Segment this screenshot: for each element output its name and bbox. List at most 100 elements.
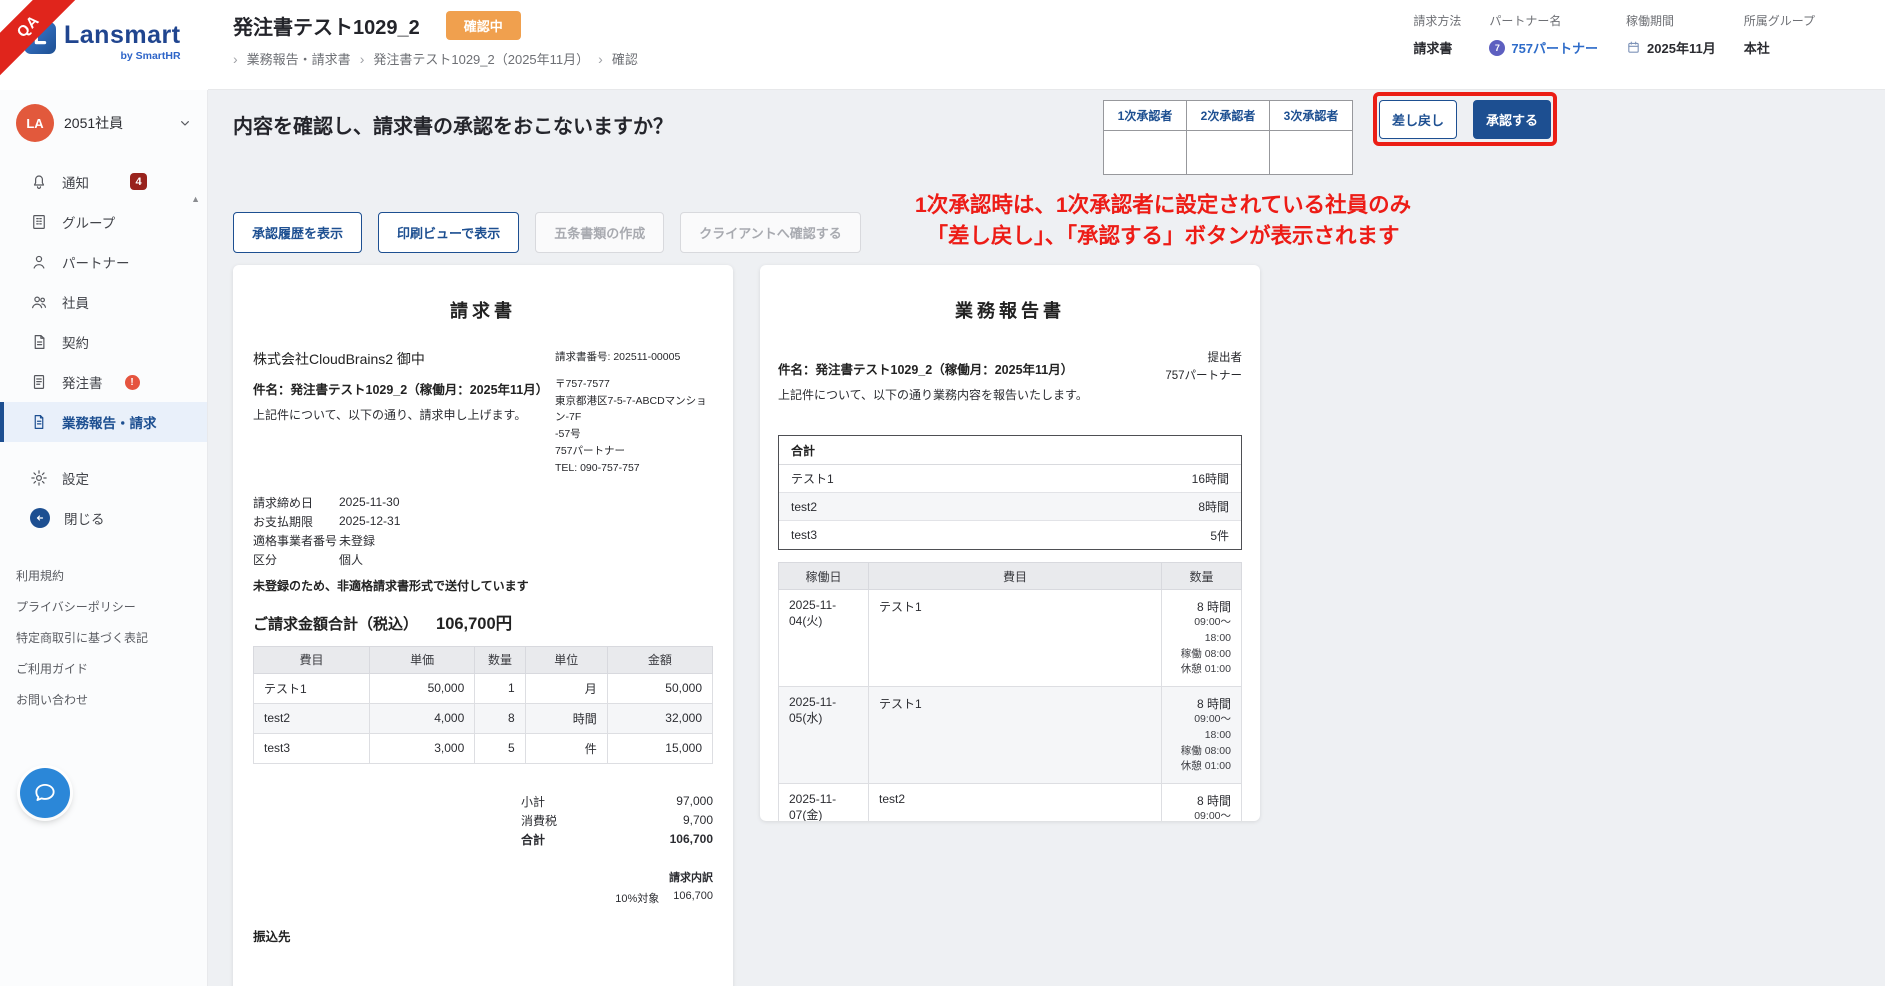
calendar-icon <box>1626 40 1641 55</box>
breakdown-label: 10%対象 <box>615 890 659 906</box>
footer-link-privacy[interactable]: プライバシーポリシー <box>0 591 207 622</box>
sidebar-footer-links: 利用規約 プライバシーポリシー 特定商取引に基づく表記 ご利用ガイド お問い合わ… <box>0 560 207 715</box>
report-subject-block: 件名：発注書テスト1029_2（稼働月：2025年11月） 上記件について、以下… <box>778 349 1088 403</box>
col-header-item: 費目 <box>869 563 1162 590</box>
col-header-qty: 数量 <box>475 646 525 673</box>
nav-spacer <box>0 442 207 458</box>
meta-value: 請求書 <box>1413 38 1461 57</box>
invoice-recipient: 株式会社CloudBrains2 御中 <box>253 349 548 369</box>
header-meta: 請求方法 請求書 パートナー名 7 757パートナー 稼働期間 <box>1413 12 1815 57</box>
partner-name-link[interactable]: 757パートナー <box>1511 38 1598 57</box>
sidebar-item-purchase-orders[interactable]: 発注書 ! <box>0 362 207 402</box>
invoice-item-row: テスト1 50,000 1 月 50,000 <box>254 673 713 703</box>
app-page: QA Lansmart by SmartHR 発注書テスト1029_2 確認中 … <box>0 0 1885 986</box>
cell-item: テスト1 <box>254 673 370 703</box>
user-menu[interactable]: LA 2051社員 <box>0 90 207 152</box>
approve-button[interactable]: 承認する <box>1473 100 1551 139</box>
chevron-down-icon <box>177 115 193 131</box>
summary-qty: 5件 <box>1210 527 1229 544</box>
chat-support-button[interactable] <box>20 768 70 818</box>
sidebar-item-notifications[interactable]: 通知 4 <box>0 162 207 202</box>
footer-link-guide[interactable]: ご利用ガイド <box>0 653 207 684</box>
breadcrumb-separator: › <box>360 51 365 67</box>
sidebar-item-groups[interactable]: グループ <box>0 202 207 242</box>
sidebar-item-close[interactable]: 閉じる <box>0 498 207 538</box>
sidebar-item-label: 社員 <box>62 292 89 312</box>
invoice-breakdown: 請求内訳 10%対象 106,700 <box>253 869 713 906</box>
invoice-greeting: 上記件について、以下の通り、請求申し上げます。 <box>253 406 548 423</box>
footer-link-commerce-law[interactable]: 特定商取引に基づく表記 <box>0 622 207 653</box>
sidebar-item-label: 発注書 <box>62 372 103 392</box>
sidebar-item-work-reports[interactable]: 業務報告・請求 <box>0 402 207 442</box>
breakdown-value: 106,700 <box>673 890 713 906</box>
logo-subtext: by SmartHR <box>120 50 180 62</box>
breadcrumb-link-reports[interactable]: 業務報告・請求書 <box>247 49 351 68</box>
create-article5-docs-button[interactable]: 五条書類の作成 <box>535 212 664 253</box>
main-content: 内容を確認し、請求書の承認をおこないますか？ 1次承認者 2次承認者 3次承認者 <box>208 90 1885 986</box>
report-detail-row: 2025-11-05(水) テスト1 8 時間 09:00～18:00 稼働 0… <box>779 687 1242 784</box>
confirm-with-client-button[interactable]: クライアントへ確認する <box>680 212 860 253</box>
logo-area: QA Lansmart by SmartHR <box>0 0 208 90</box>
page-title: 発注書テスト1029_2 <box>233 11 420 40</box>
invoice-recipient-block: 株式会社CloudBrains2 御中 件名：発注書テスト1029_2（稼働月：… <box>253 349 548 477</box>
field-label: 適格事業者番号 <box>253 532 339 549</box>
cell-qty: 1 <box>475 673 525 703</box>
status-badge: 確認中 <box>446 11 521 40</box>
invoice-item-row: test2 4,000 8 時間 32,000 <box>254 703 713 733</box>
partner-avatar: 7 <box>1489 40 1505 56</box>
sidebar-item-label: 通知 <box>62 172 89 192</box>
breadcrumb-current: 確認 <box>612 49 638 68</box>
breadcrumb-separator: › <box>598 51 603 67</box>
meta-partner-name: パートナー名 7 757パートナー <box>1489 12 1598 57</box>
invoice-subject: 件名：発注書テスト1029_2（稼働月：2025年11月） <box>253 379 548 398</box>
approver-cell-2 <box>1187 131 1270 175</box>
col-header-item: 費目 <box>254 646 370 673</box>
sidebar-item-label: 閉じる <box>64 508 105 528</box>
footer-link-terms[interactable]: 利用規約 <box>0 560 207 591</box>
sidebar-item-label: 業務報告・請求 <box>62 412 157 432</box>
cell-item: テスト1 <box>869 687 1162 784</box>
reject-button[interactable]: 差し戻し <box>1379 100 1457 139</box>
document-icon <box>30 373 48 391</box>
cell-amount: 50,000 <box>607 673 712 703</box>
breadcrumb-separator: › <box>233 51 238 67</box>
invoice-fields: 請求締め日2025-11-30 お支払期限2025-12-31 適格事業者番号未… <box>253 493 713 569</box>
sidebar-item-employees[interactable]: 社員 <box>0 282 207 322</box>
show-print-view-button[interactable]: 印刷ビューで表示 <box>378 212 519 253</box>
building-icon <box>30 213 48 231</box>
col-header-unit-price: 単価 <box>370 646 475 673</box>
arrow-left-circle-icon <box>30 508 50 528</box>
report-detail-row: 2025-11-04(火) テスト1 8 時間 09:00～18:00 稼働 0… <box>779 590 1242 687</box>
grand-total-label: ご請求金額合計（税込） <box>253 613 418 634</box>
summary-qty: 8時間 <box>1198 498 1229 515</box>
working-period-value: 2025年11月 <box>1647 38 1716 57</box>
cell-qty: 8 時間 09:00～18:00 稼働 08:00 休憩 01:00 <box>1162 590 1242 687</box>
summary-item: test2 <box>791 500 817 514</box>
tax-value: 9,700 <box>683 813 713 827</box>
cell-date: 2025-11-04(火) <box>779 590 869 687</box>
subtotal-value: 97,000 <box>676 794 713 808</box>
field-label: 請求締め日 <box>253 494 339 511</box>
summary-row: test3 5件 <box>779 521 1241 549</box>
sidebar-item-label: グループ <box>62 212 115 232</box>
app-logo[interactable]: Lansmart by SmartHR <box>24 22 181 62</box>
issuer-name: 757パートナー <box>555 443 713 460</box>
breadcrumb-link-order[interactable]: 発注書テスト1029_2（2025年11月） <box>373 49 589 68</box>
report-detail-table: 稼働日 費目 数量 2025-11-04(火) テスト1 8 時間 09:00～… <box>778 562 1242 821</box>
submitter-label: 提出者 <box>1132 349 1242 367</box>
sidebar-item-contracts[interactable]: 契約 <box>0 322 207 362</box>
meta-label: 稼働期間 <box>1626 12 1716 29</box>
meta-group: 所属グループ 本社 <box>1744 12 1815 57</box>
cell-unit: 月 <box>525 673 607 703</box>
sidebar-item-partners[interactable]: パートナー <box>0 242 207 282</box>
chat-bubble-icon <box>32 780 58 806</box>
summary-qty: 16時間 <box>1192 470 1229 487</box>
document-actions: 承認履歴を表示 印刷ビューで表示 五条書類の作成 クライアントへ確認する <box>233 212 861 253</box>
notification-count-badge: 4 <box>130 173 147 190</box>
show-approval-history-button[interactable]: 承認履歴を表示 <box>233 212 362 253</box>
report-detail-row: 2025-11-07(金) test2 8 時間 09:00～18:00 稼働 … <box>779 784 1242 822</box>
approval-question: 内容を確認し、請求書の承認をおこないますか？ <box>233 110 673 139</box>
footer-link-contact[interactable]: お問い合わせ <box>0 684 207 715</box>
total-value: 106,700 <box>670 832 713 846</box>
sidebar-item-settings[interactable]: 設定 <box>0 458 207 498</box>
